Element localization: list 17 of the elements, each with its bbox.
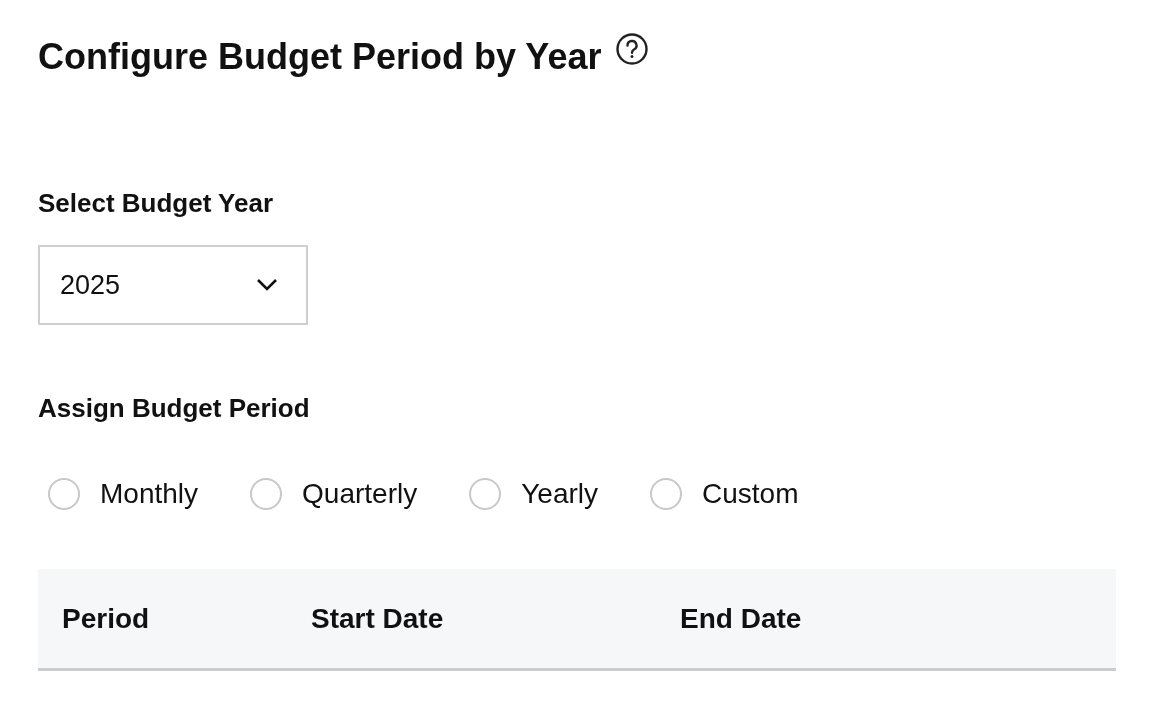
column-header: Start Date bbox=[311, 601, 445, 636]
help-icon[interactable] bbox=[615, 32, 650, 66]
chevron-down-icon bbox=[256, 278, 278, 292]
radio-option[interactable]: Custom bbox=[650, 473, 799, 515]
year-dropdown[interactable]: 2025 bbox=[38, 245, 308, 325]
radio-button[interactable] bbox=[250, 478, 283, 510]
radio-button[interactable] bbox=[650, 478, 682, 510]
radio-button[interactable] bbox=[469, 478, 502, 510]
field-label: Select Budget Year bbox=[38, 187, 275, 220]
column-header: End Date bbox=[680, 601, 803, 636]
field-label: Assign Budget Period bbox=[38, 392, 311, 425]
radio-option[interactable]: Quarterly bbox=[250, 473, 418, 515]
radio-option[interactable]: Monthly bbox=[48, 473, 199, 515]
column-header: Period bbox=[61, 601, 151, 636]
radio-button[interactable] bbox=[48, 478, 80, 510]
radio-option[interactable]: Yearly bbox=[469, 473, 598, 515]
page-title: Configure Budget Period by Year bbox=[38, 35, 602, 79]
